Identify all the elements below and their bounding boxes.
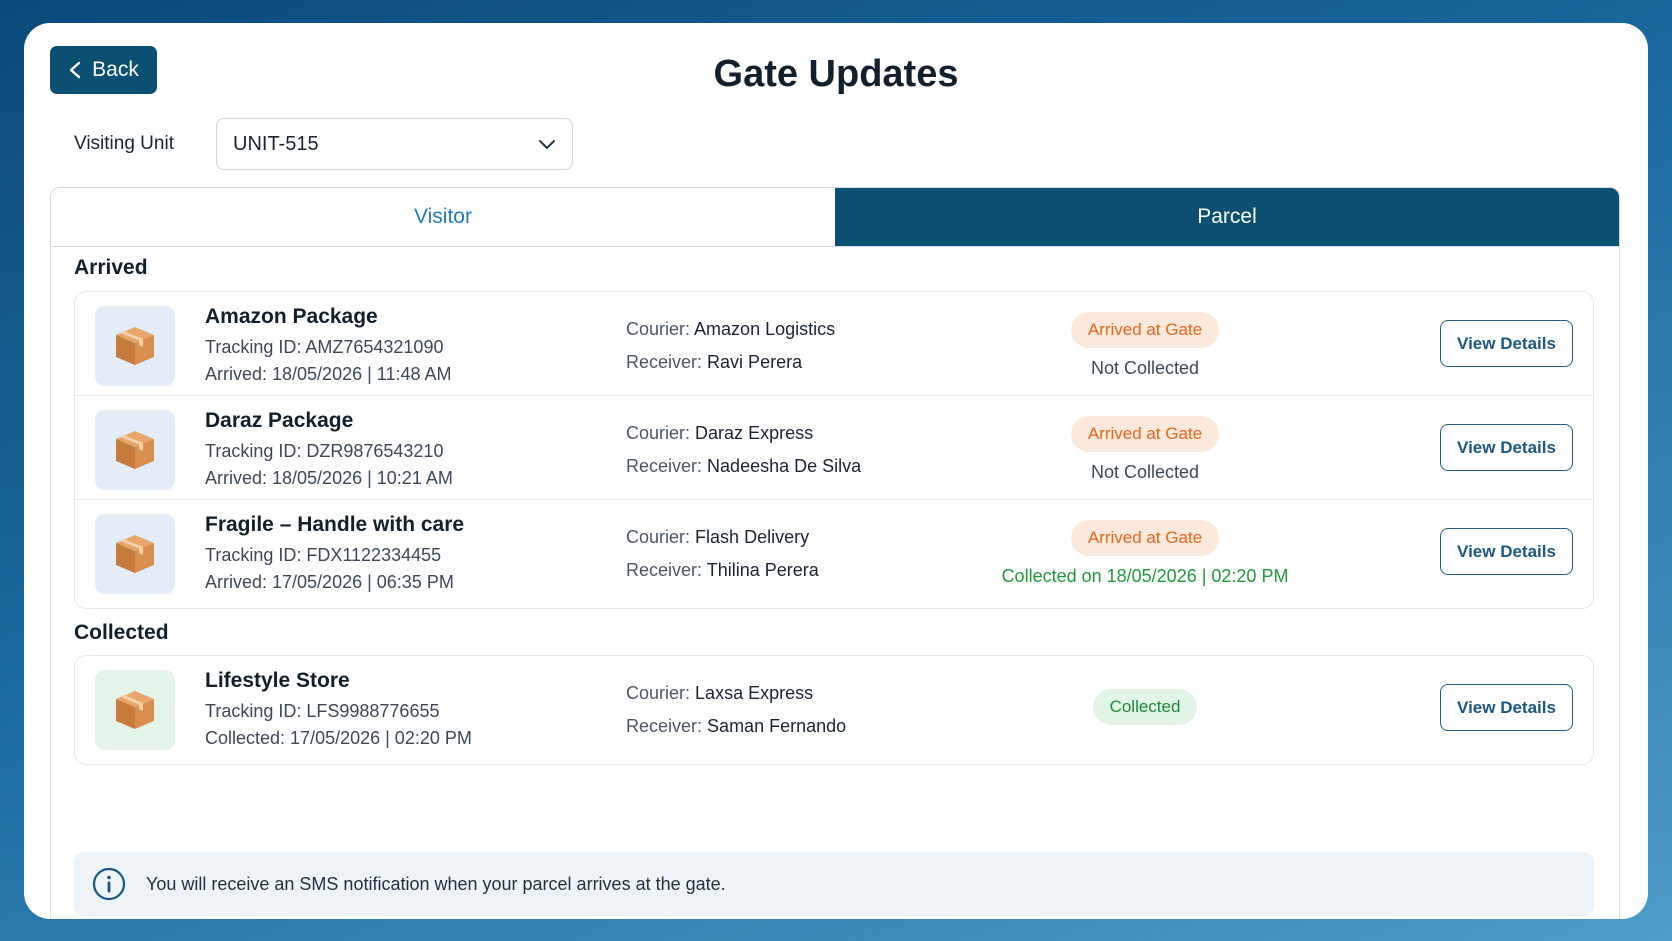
parcel-card: Lifestyle Store Tracking ID: LFS99887766… xyxy=(74,655,1594,765)
courier-row: Courier: Laxsa Express xyxy=(626,683,814,703)
parcel-meta: Courier: Daraz Express Receiver: Nadeesh… xyxy=(626,423,861,489)
receiver-row: Receiver: Nadeesha De Silva xyxy=(626,456,862,476)
courier-row: Courier: Amazon Logistics xyxy=(626,319,836,339)
courier-value: Laxsa Express xyxy=(695,683,814,703)
package-box-icon xyxy=(116,327,154,365)
sms-notification-banner: You will receive an SMS notification whe… xyxy=(74,852,1594,916)
parcel-meta: Courier: Amazon Logistics Receiver: Ravi… xyxy=(626,319,835,385)
parcel-name: Amazon Package xyxy=(205,305,378,328)
parcel-name: Lifestyle Store xyxy=(205,669,350,692)
courier-row: Courier: Flash Delivery xyxy=(626,527,810,547)
tab-bar: Visitor Parcel xyxy=(50,187,1620,247)
status-column: Arrived at Gate Not Collected xyxy=(985,312,1305,379)
view-details-button[interactable]: View Details xyxy=(1440,528,1573,575)
tracking-id: Tracking ID: LFS9988776655 xyxy=(205,701,440,721)
notification-text: You will receive an SMS notification whe… xyxy=(146,873,726,894)
receiver-value: Saman Fernando xyxy=(707,716,847,736)
status-badge: Arrived at Gate xyxy=(1070,520,1220,556)
receiver-value: Ravi Perera xyxy=(707,352,803,372)
parcel-icon-box xyxy=(95,514,175,594)
view-details-button[interactable]: View Details xyxy=(1440,320,1573,367)
section-title-arrived: Arrived xyxy=(74,256,148,279)
receiver-value: Nadeesha De Silva xyxy=(707,456,862,476)
visiting-unit-value: UNIT-515 xyxy=(233,132,319,155)
receiver-value: Thilina Perera xyxy=(706,560,819,580)
chevron-down-icon xyxy=(539,140,555,149)
status-badge: Collected xyxy=(1092,689,1198,725)
parcel-name: Daraz Package xyxy=(205,409,354,432)
arrival-time: Arrived: 18/05/2026 | 10:21 AM xyxy=(205,468,453,488)
status-column: Arrived at Gate Collected on 18/05/2026 … xyxy=(985,520,1305,587)
parcel-name: Fragile – Handle with care xyxy=(205,513,465,536)
parcel-card: Amazon Package Tracking ID: AMZ765432109… xyxy=(74,291,1594,401)
view-details-button[interactable]: View Details xyxy=(1440,684,1573,731)
parcel-meta: Courier: Flash Delivery Receiver: Thilin… xyxy=(626,527,819,593)
receiver-row: Receiver: Thilina Perera xyxy=(626,560,819,580)
collection-status: Collected on 18/05/2026 | 02:20 PM xyxy=(1001,566,1289,586)
courier-value: Flash Delivery xyxy=(695,527,810,547)
arrival-time: Arrived: 17/05/2026 | 06:35 PM xyxy=(205,572,454,592)
courier-row: Courier: Daraz Express xyxy=(626,423,814,443)
receiver-row: Receiver: Ravi Perera xyxy=(626,352,803,372)
collection-status: Not Collected xyxy=(1090,462,1200,482)
section-title-collected: Collected xyxy=(74,621,169,644)
visiting-unit-label: Visiting Unit xyxy=(74,133,174,154)
tab-parcel[interactable]: Parcel xyxy=(835,188,1619,246)
status-column: Arrived at Gate Not Collected xyxy=(985,416,1305,483)
parcel-info: Amazon Package Tracking ID: AMZ765432109… xyxy=(205,305,452,391)
parcel-info: Fragile – Handle with care Tracking ID: … xyxy=(205,513,464,599)
status-badge: Arrived at Gate xyxy=(1070,416,1220,452)
courier-value: Daraz Express xyxy=(695,423,814,443)
parcel-card: Daraz Package Tracking ID: DZR9876543210… xyxy=(74,395,1594,505)
parcel-meta: Courier: Laxsa Express Receiver: Saman F… xyxy=(626,683,846,749)
page-title: Gate Updates xyxy=(713,53,959,95)
parcel-card: Fragile – Handle with care Tracking ID: … xyxy=(74,499,1594,609)
package-box-icon xyxy=(116,431,154,469)
tracking-id: Tracking ID: AMZ7654321090 xyxy=(205,337,444,357)
info-circle-icon xyxy=(92,867,126,901)
collection-status: Not Collected xyxy=(1090,358,1200,378)
tracking-id: Tracking ID: FDX1122334455 xyxy=(205,545,442,565)
tracking-id: Tracking ID: DZR9876543210 xyxy=(205,441,444,461)
app-window: Back Gate Updates Visiting Unit UNIT-515… xyxy=(24,23,1648,919)
tab-visitor[interactable]: Visitor xyxy=(51,188,835,246)
parcel-info: Lifestyle Store Tracking ID: LFS99887766… xyxy=(205,669,472,755)
parcel-icon-box xyxy=(95,670,175,750)
courier-value: Amazon Logistics xyxy=(694,319,836,339)
parcel-info: Daraz Package Tracking ID: DZR9876543210… xyxy=(205,409,453,495)
package-box-icon xyxy=(116,691,154,729)
status-badge: Arrived at Gate xyxy=(1070,312,1220,348)
view-details-button[interactable]: View Details xyxy=(1440,424,1573,471)
visiting-unit-select[interactable]: UNIT-515 xyxy=(216,118,573,170)
arrival-time: Arrived: 18/05/2026 | 11:48 AM xyxy=(205,364,452,384)
parcel-icon-box xyxy=(95,410,175,490)
receiver-row: Receiver: Saman Fernando xyxy=(626,716,847,736)
collected-time: Collected: 17/05/2026 | 02:20 PM xyxy=(205,728,472,748)
parcel-icon-box xyxy=(95,306,175,386)
package-box-icon xyxy=(116,535,154,573)
status-column: Collected xyxy=(985,689,1305,725)
